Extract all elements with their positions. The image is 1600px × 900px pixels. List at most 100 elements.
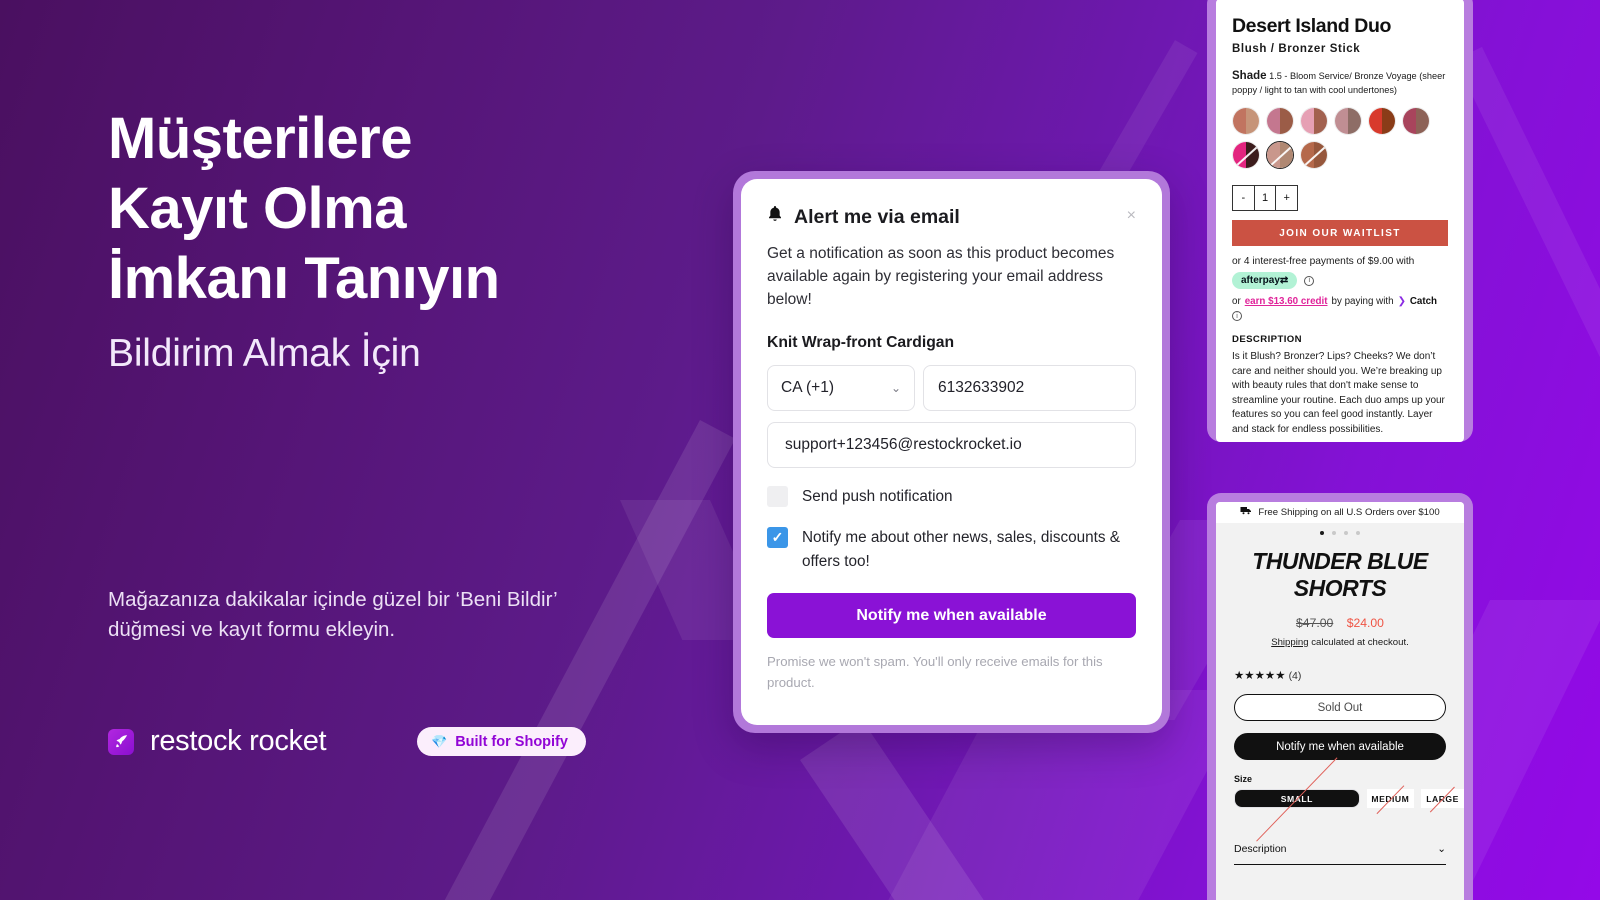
email-input[interactable]: support+123456@restockrocket.io [767, 422, 1136, 468]
brand-name: restock rocket [150, 725, 327, 757]
close-icon[interactable]: × [1127, 205, 1136, 224]
size-option-large[interactable]: LARGE [1421, 786, 1464, 813]
marketing-optin-checkbox[interactable]: ✓ [767, 527, 788, 548]
phone-input[interactable]: 6132633902 [923, 365, 1136, 411]
blush-description-heading: DESCRIPTION [1232, 334, 1302, 345]
truck-icon [1240, 506, 1252, 519]
badge-label: Built for Shopify [455, 733, 568, 750]
catch-prefix: or [1232, 296, 1241, 307]
carousel-dot-4[interactable] [1356, 531, 1360, 535]
phone-field-row: CA (+1) ⌄ 6132633902 [767, 365, 1136, 411]
sold-out-button[interactable]: Sold Out [1234, 694, 1446, 721]
price-sale: $24.00 [1346, 616, 1384, 630]
page-title: Müşterilere Kayıt Olma İmkanı Tanıyın [108, 104, 748, 314]
carousel-dot-3[interactable] [1344, 531, 1348, 535]
sold-out-strike [1256, 757, 1338, 842]
country-code-select[interactable]: CA (+1) ⌄ [767, 365, 915, 411]
push-notification-checkbox[interactable] [767, 486, 788, 507]
shade-swatch-1[interactable] [1232, 107, 1260, 135]
quantity-value[interactable]: 1 [1253, 186, 1277, 210]
shade-swatch-9[interactable] [1300, 141, 1328, 169]
push-notification-row[interactable]: Send push notification [767, 485, 1136, 509]
modal-description: Get a notification as soon as this produ… [767, 245, 1115, 308]
push-notification-label: Send push notification [802, 488, 953, 505]
chevron-down-icon: ⌄ [890, 381, 901, 395]
afterpay-badge: afterpay⇄ [1232, 272, 1298, 289]
decorative-stripe-1 [380, 420, 736, 900]
size-option-medium[interactable]: MEDIUM [1366, 784, 1415, 814]
modal-title-row: Alert me via email [767, 205, 960, 229]
join-waitlist-button[interactable]: JOIN OUR WAITLIST [1232, 220, 1448, 246]
carousel-dots[interactable] [1216, 531, 1464, 535]
hero-body-text: Mağazanıza dakikalar içinde güzel bir ‘B… [108, 588, 557, 641]
price-row: $47.00 $24.00 [1216, 616, 1464, 630]
shorts-product-title: THUNDER BLUE SHORTS [1252, 548, 1428, 601]
headline-line-3: İmkanı Tanıyın [108, 246, 500, 311]
shade-swatch-4[interactable] [1334, 107, 1362, 135]
star-rating: ★★★★★ [1234, 670, 1286, 682]
decorative-stripe-4 [800, 718, 1097, 900]
notify-me-button-shorts[interactable]: Notify me when available [1234, 733, 1446, 760]
price-original: $47.00 [1296, 616, 1334, 630]
shade-swatch-8[interactable] [1266, 141, 1294, 169]
size-heading: Size [1234, 774, 1253, 784]
quantity-stepper[interactable]: - 1 + [1232, 185, 1298, 211]
decorative-stripe-3 [1455, 46, 1600, 528]
blush-shade-text: Shade 1.5 - Bloom Service/ Bronze Voyage… [1232, 69, 1448, 97]
shade-swatch-grid[interactable] [1232, 107, 1442, 169]
built-for-shopify-badge: 💎 Built for Shopify [417, 727, 586, 756]
description-accordion-label: Description [1234, 843, 1287, 855]
diamond-icon: 💎 [431, 734, 448, 749]
marketing-optin-label: Notify me about other news, sales, disco… [802, 529, 1120, 570]
shade-swatch-2[interactable] [1266, 107, 1294, 135]
chevron-down-icon: ⌄ [1437, 843, 1446, 855]
carousel-dot-2[interactable] [1332, 531, 1336, 535]
shade-swatch-5[interactable] [1368, 107, 1396, 135]
info-icon-catch[interactable]: i [1232, 311, 1242, 321]
shipping-note-rest: calculated at checkout. [1308, 637, 1409, 648]
afterpay-row: afterpay⇄ i [1232, 272, 1448, 289]
bell-icon [767, 205, 783, 229]
modal-header: Alert me via email × [767, 205, 1136, 229]
catch-brand: Catch [1409, 296, 1438, 307]
quantity-minus-button[interactable]: - [1233, 186, 1254, 210]
rocket-icon [108, 728, 134, 755]
shade-label: Shade [1232, 70, 1267, 82]
rating-row: ★★★★★ (4) [1216, 668, 1464, 682]
catch-middle: by paying with [1331, 296, 1394, 307]
modal-title: Alert me via email [794, 205, 960, 228]
product-card-shorts: Free Shipping on all U.S Orders over $10… [1207, 493, 1473, 900]
afterpay-text: or 4 interest-free payments of $9.00 wit… [1232, 256, 1415, 267]
headline-line-1: Müşterilere [108, 106, 412, 171]
catch-credit-link[interactable]: earn $13.60 credit [1245, 296, 1328, 307]
blush-description-body: Is it Blush? Bronzer? Lips? Cheeks? We d… [1232, 351, 1445, 435]
page-subtitle: Bildirim Almak İçin [108, 332, 421, 375]
shipping-note: Shipping calculated at checkout. [1216, 637, 1464, 648]
shipping-link[interactable]: Shipping [1271, 637, 1308, 648]
quantity-plus-button[interactable]: + [1276, 186, 1297, 210]
notify-me-button[interactable]: Notify me when available [767, 593, 1136, 638]
shade-swatch-3[interactable] [1300, 107, 1328, 135]
country-code-value: CA (+1) [781, 379, 834, 396]
shade-swatch-6[interactable] [1402, 107, 1430, 135]
promise-text: Promise we won't spam. You'll only recei… [767, 654, 1103, 690]
catch-credit-row: or earn $13.60 credit by paying with ❯ C… [1232, 296, 1448, 321]
promo-banner: Müşterilere Kayıt Olma İmkanı Tanıyın Bi… [0, 0, 1600, 900]
carousel-dot-1[interactable] [1320, 531, 1324, 535]
info-icon[interactable]: i [1304, 275, 1315, 286]
shade-swatch-7[interactable] [1232, 141, 1260, 169]
size-options[interactable]: SMALLMEDIUMLARGE [1234, 757, 1464, 842]
blush-product-subtitle: Blush / Bronzer Stick [1232, 43, 1361, 55]
free-shipping-text: Free Shipping on all U.S Orders over $10… [1258, 507, 1440, 518]
blush-product-title: Desert Island Duo [1232, 15, 1391, 37]
catch-moon-icon: ❯ [1397, 296, 1406, 307]
brand-row: restock rocket [108, 725, 327, 758]
headline-line-2: Kayıt Olma [108, 176, 407, 241]
alert-modal: Alert me via email × Get a notification … [733, 171, 1170, 733]
free-shipping-bar: Free Shipping on all U.S Orders over $10… [1216, 502, 1464, 523]
marketing-optin-row[interactable]: ✓ Notify me about other news, sales, dis… [767, 526, 1136, 574]
description-accordion[interactable]: Description ⌄ [1234, 843, 1446, 865]
size-option-small[interactable]: SMALL [1234, 757, 1360, 842]
review-count: (4) [1288, 670, 1302, 682]
hero-copy: Müşterilere Kayıt Olma İmkanı Tanıyın Bi… [108, 104, 748, 376]
